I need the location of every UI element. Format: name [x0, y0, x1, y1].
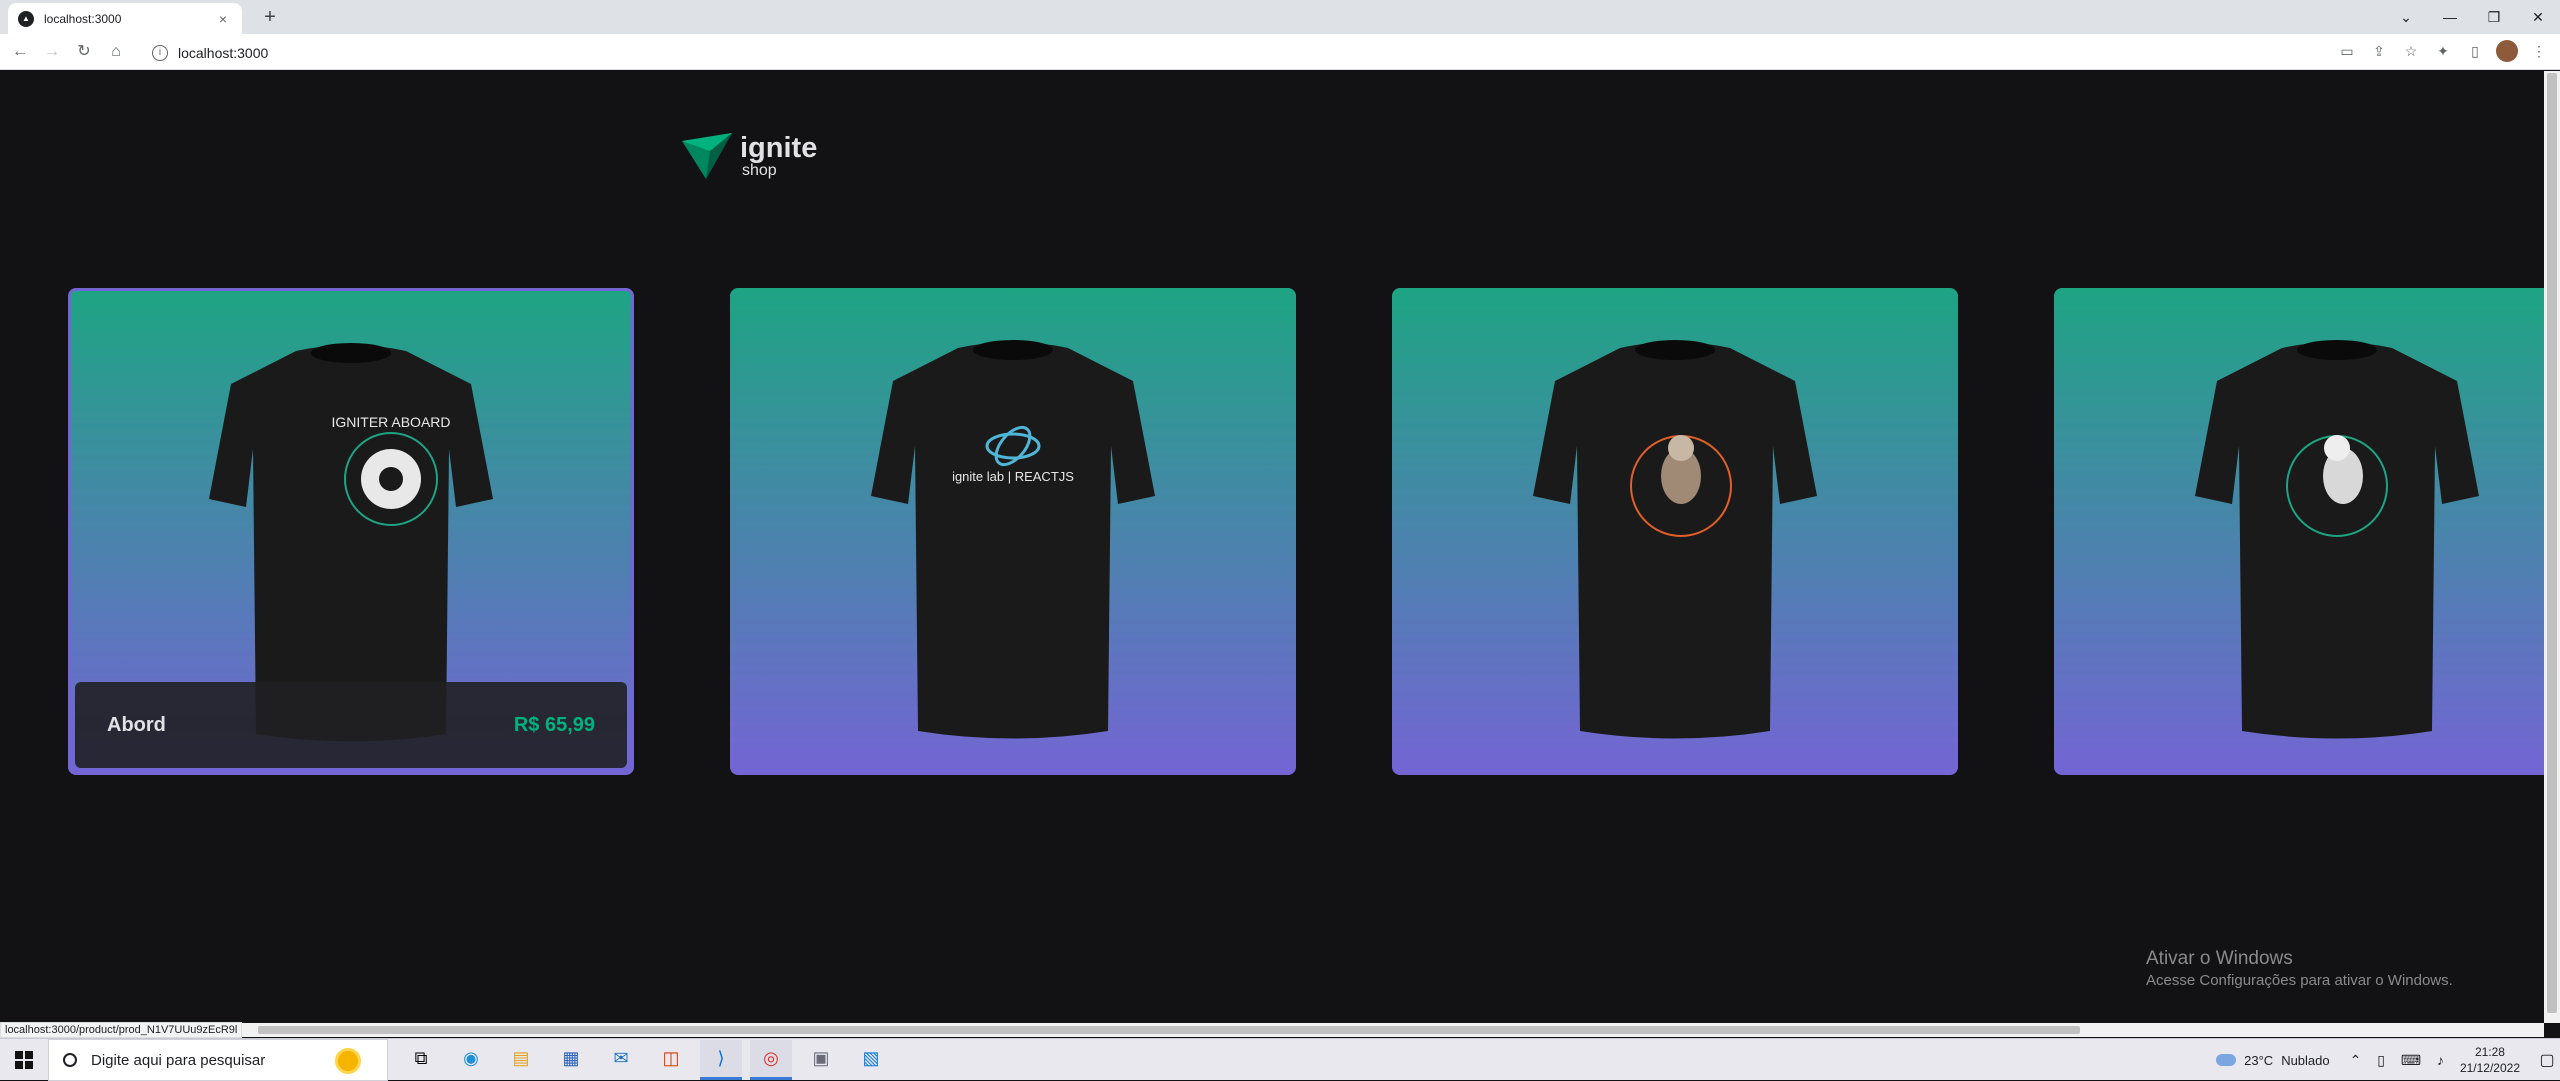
product-card[interactable]: [2054, 288, 2544, 775]
ignite-logo-icon: [682, 133, 732, 179]
vertical-scroll-thumb[interactable]: [2547, 73, 2557, 1013]
address-bar[interactable]: i localhost:3000: [146, 39, 2316, 67]
product-price: R$ 65,99: [513, 713, 595, 736]
reload-button[interactable]: ↻: [72, 40, 96, 64]
cloud-weather-icon: [2216, 1054, 2237, 1066]
address-text: localhost:3000: [178, 45, 269, 61]
browser-toolbar: ← → ↻ ⌂ i localhost:3000 ▭ ⇪ ☆ ✦ ▯ ⋮: [0, 34, 2560, 70]
tray-icons[interactable]: ⌃ ▯ ⌨ ♪: [2350, 1052, 2450, 1069]
bookmark-star-icon[interactable]: ☆: [2400, 40, 2422, 62]
start-button[interactable]: [0, 1039, 48, 1081]
back-button[interactable]: ←: [8, 40, 32, 64]
notification-center-icon[interactable]: ▢: [2534, 1050, 2560, 1070]
ignite-shop-logo[interactable]: ignite shop: [680, 129, 817, 183]
site-favicon-icon: ▲: [18, 10, 34, 27]
toolbar-actions: ▭ ⇪ ☆ ✦ ▯ ⋮: [2336, 40, 2550, 62]
vertical-scrollbar[interactable]: [2544, 71, 2560, 1023]
window-app-icon[interactable]: ▣: [800, 1040, 842, 1080]
chrome-icon[interactable]: ◎: [750, 1040, 792, 1080]
windows-logo-icon: [15, 1051, 33, 1069]
site-info-icon[interactable]: i: [152, 45, 168, 61]
product-card[interactable]: ignite lab | REACTJS: [730, 288, 1296, 775]
tshirt-image: [2195, 340, 2479, 739]
file-explorer-icon[interactable]: ▤: [500, 1040, 542, 1080]
product-info-bar: Abord R$ 65,99: [75, 682, 627, 768]
horizontal-scrollbar[interactable]: [0, 1023, 2544, 1037]
close-tab-icon[interactable]: ×: [214, 11, 232, 27]
clock[interactable]: 21:28 21/12/2022: [2460, 1044, 2520, 1076]
minimize-button[interactable]: —: [2428, 9, 2472, 25]
search-icon: [63, 1053, 77, 1067]
watermark-subtitle: Acesse Configurações para ativar o Windo…: [2146, 972, 2453, 989]
browser-tab[interactable]: ▲ localhost:3000 ×: [8, 3, 242, 34]
taskbar-search-box[interactable]: Digite aqui para pesquisar: [48, 1039, 388, 1081]
watermark-title: Ativar o Windows: [2146, 948, 2293, 969]
photos-icon[interactable]: ▧: [850, 1040, 892, 1080]
horizontal-scroll-thumb[interactable]: [258, 1026, 2080, 1034]
browser-tab-strip: ▲ localhost:3000 × + ⌄ — ❐ ✕: [0, 0, 2560, 34]
weather-temperature[interactable]: 23°C: [2244, 1053, 2273, 1068]
office-icon[interactable]: ◫: [650, 1040, 692, 1080]
search-placeholder: Digite aqui para pesquisar: [91, 1051, 266, 1069]
store-icon[interactable]: ▦: [550, 1040, 592, 1080]
system-tray: 23°C Nublado ⌃ ▯ ⌨ ♪ 21:28 21/12/2022 ▢: [2216, 1039, 2560, 1081]
reader-mode-icon[interactable]: ▭: [2336, 40, 2358, 62]
clock-time: 21:28: [2474, 1045, 2505, 1059]
window-controls: ⌄ — ❐ ✕: [2384, 0, 2560, 34]
new-tab-button[interactable]: +: [258, 6, 282, 30]
product-card[interactable]: IGNITER ABOARD Abord R$ 65,99: [68, 288, 634, 775]
windows-activation-watermark: Ativar o Windows Acesse Configurações pa…: [2146, 947, 2453, 991]
browser-menu-icon[interactable]: ⋮: [2528, 40, 2550, 62]
product-name: Abord: [107, 713, 166, 736]
share-icon[interactable]: ⇪: [2368, 40, 2390, 62]
tshirt-image: ignite lab | REACTJS: [871, 340, 1155, 739]
mail-icon[interactable]: ✉: [600, 1040, 642, 1080]
restore-button[interactable]: ❐: [2472, 9, 2516, 26]
clock-date: 21/12/2022: [2459, 1061, 2520, 1075]
logo-subtitle: shop: [742, 162, 777, 179]
close-window-button[interactable]: ✕: [2516, 9, 2560, 26]
tab-title: localhost:3000: [44, 11, 122, 26]
windows-taskbar: Digite aqui para pesquisar ⧉ ◉ ▤ ▦ ✉ ◫ ⟩…: [0, 1038, 2560, 1081]
home-button[interactable]: ⌂: [104, 40, 128, 64]
svg-text:ignite lab | REACTJS: ignite lab | REACTJS: [952, 469, 1074, 484]
vscode-icon[interactable]: ⟩: [700, 1040, 742, 1080]
profile-avatar[interactable]: [2496, 40, 2518, 62]
product-card[interactable]: [1392, 288, 1958, 775]
status-bar-url: localhost:3000/product/prod_N1V7UUu9zEcR…: [0, 1022, 243, 1038]
side-panel-icon[interactable]: ▯: [2464, 40, 2486, 62]
taskbar-apps: ⧉ ◉ ▤ ▦ ✉ ◫ ⟩ ◎ ▣ ▧: [400, 1039, 892, 1081]
tab-search-icon[interactable]: ⌄: [2384, 9, 2428, 26]
weather-sun-icon: [335, 1048, 361, 1074]
edge-browser-icon[interactable]: ◉: [450, 1040, 492, 1080]
logo-title: ignite: [740, 132, 818, 164]
shop-page: ignite shop IGNITER ABOARD Abord R$ 65,9…: [0, 71, 2544, 1023]
svg-text:IGNITER ABOARD: IGNITER ABOARD: [331, 414, 450, 430]
forward-button[interactable]: →: [40, 40, 64, 64]
tshirt-image: [1533, 340, 1817, 739]
weather-description[interactable]: Nublado: [2281, 1053, 2329, 1068]
extensions-icon[interactable]: ✦: [2432, 40, 2454, 62]
task-view-icon[interactable]: ⧉: [400, 1040, 442, 1080]
